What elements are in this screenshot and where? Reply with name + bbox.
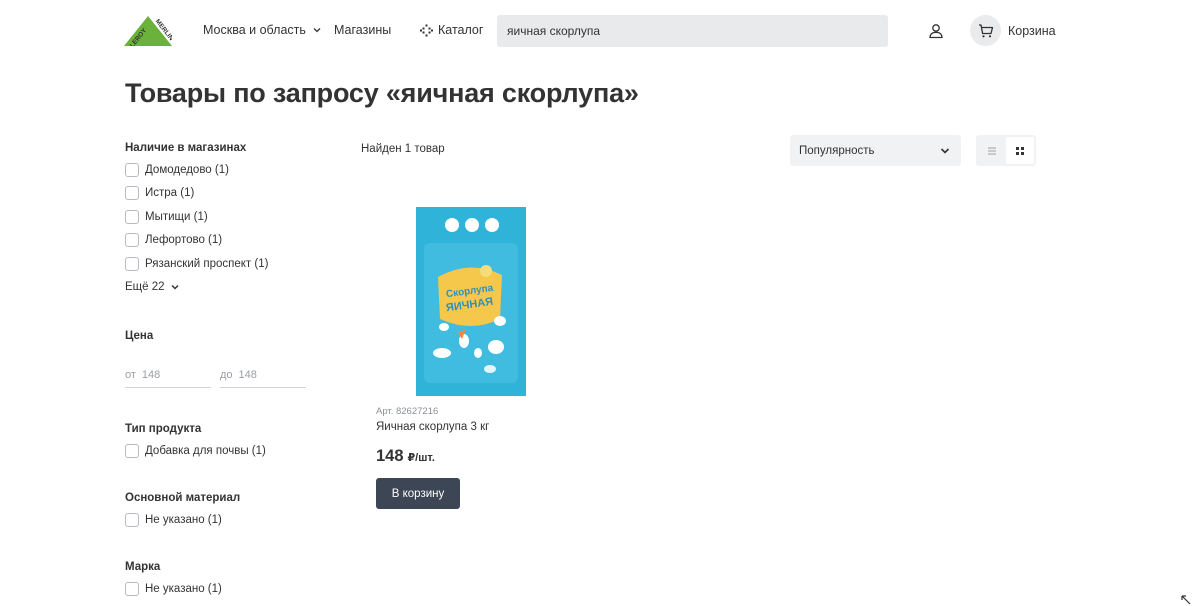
filter-heading: Тип продукта (125, 423, 202, 435)
price-value: 148 (376, 447, 404, 465)
store-checkbox-mytishchi[interactable]: Мытищи (1) (125, 205, 268, 229)
checkbox[interactable] (125, 443, 139, 458)
checkbox-label: Домодедово (1) (145, 163, 229, 176)
show-more-label: Ещё 22 (125, 280, 165, 293)
filter-price: Цена от 148 до 148 (125, 330, 306, 388)
checkbox-label: Мытищи (1) (145, 210, 208, 223)
price-from-input[interactable]: от 148 (125, 362, 211, 388)
checkbox[interactable] (125, 581, 139, 596)
material-checkbox[interactable]: Не указано (1) (125, 508, 240, 532)
checkbox-label: Не указано (1) (145, 513, 222, 526)
checkbox-label: Рязанский проспект (1) (145, 257, 269, 270)
checkbox-label: Лефортово (1) (145, 234, 223, 247)
product-sku: Арт. 82627216 (376, 406, 439, 417)
add-to-cart-button[interactable]: В корзину (376, 478, 460, 509)
catalog-label: Каталог (438, 23, 484, 37)
chevron-down-icon (170, 284, 179, 290)
product-type-checkbox[interactable]: Добавка для почвы (1) (125, 439, 266, 463)
checkbox[interactable] (125, 233, 139, 248)
brand-checkbox[interactable]: Не указано (1) (125, 577, 222, 601)
show-more-stores-link[interactable]: Ещё 22 (125, 277, 268, 297)
grid-icon (1016, 146, 1024, 155)
filter-availability: Наличие в магазинах Домодедово (1) Истра… (125, 140, 268, 297)
checkbox[interactable] (125, 512, 139, 527)
cart-icon (978, 23, 993, 37)
price-to-placeholder: 148 (238, 368, 257, 381)
sort-value: Популярность (799, 144, 875, 157)
filter-heading: Наличие в магазинах (125, 142, 247, 154)
results-count: Найден 1 товар (361, 143, 445, 155)
product-name[interactable]: Яичная скорлупа 3 кг (376, 421, 489, 433)
checkbox[interactable] (125, 209, 139, 224)
price-from-placeholder: 148 (141, 368, 161, 381)
checkbox-label: Не указано (1) (145, 582, 222, 595)
list-icon (988, 147, 996, 154)
checkbox-label: Добавка для почвы (1) (145, 444, 266, 457)
user-icon (929, 24, 943, 39)
filter-heading: Марка (125, 561, 161, 573)
checkbox[interactable] (125, 256, 139, 271)
checkbox[interactable] (125, 186, 139, 201)
cart-button[interactable]: Корзина (970, 15, 1056, 46)
cart-label: Корзина (1008, 23, 1056, 38)
store-checkbox-domodedovo[interactable]: Домодедово (1) (125, 158, 268, 182)
search-input[interactable] (497, 15, 888, 47)
chevron-down-icon (940, 147, 950, 154)
store-checkbox-istra[interactable]: Истра (1) (125, 182, 268, 206)
product-price: 148 ₽/шт. (376, 447, 435, 466)
page-title: Товары по запросу «яичная скорлупа» (125, 78, 639, 108)
region-selector[interactable]: Москва и область (203, 23, 322, 37)
price-from-label: от (125, 368, 136, 381)
checkbox[interactable] (125, 162, 139, 177)
stores-link[interactable]: Магазины (334, 23, 391, 37)
price-to-label: до (220, 368, 233, 381)
filter-heading: Основной материал (125, 492, 241, 504)
view-toggle (976, 135, 1036, 166)
cart-icon-circle (970, 15, 1001, 46)
filter-product-type: Тип продукта Добавка для почвы (1) (125, 421, 266, 463)
filter-brand: Марка Не указано (1) (125, 559, 222, 601)
region-label: Москва и область (203, 23, 306, 37)
list-view-button[interactable] (978, 137, 1006, 164)
filter-material: Основной материал Не указано (1) (125, 490, 240, 532)
catalog-button[interactable]: Каталог (420, 23, 483, 37)
chevron-down-icon (313, 28, 321, 33)
price-unit: ₽/шт. (407, 452, 435, 464)
header: LEROY MERLIN Москва и область Магазины К… (0, 0, 1200, 64)
price-to-input[interactable]: до 148 (220, 362, 306, 388)
grid-view-button[interactable] (1006, 137, 1034, 164)
filter-heading: Цена (125, 330, 154, 342)
resize-cursor-icon (1181, 595, 1191, 605)
store-checkbox-ryazansky[interactable]: Рязанский проспект (1) (125, 252, 268, 276)
sort-dropdown[interactable]: Популярность (790, 135, 961, 166)
checkbox-label: Истра (1) (145, 187, 195, 200)
user-account-button[interactable] (924, 19, 948, 43)
catalog-grid-icon (420, 24, 433, 36)
product-image[interactable]: Скорлупа ЯИЧНАЯ (416, 207, 526, 396)
leroy-merlin-logo[interactable]: LEROY MERLIN (124, 16, 175, 49)
store-checkbox-lefortovo[interactable]: Лефортово (1) (125, 229, 268, 253)
